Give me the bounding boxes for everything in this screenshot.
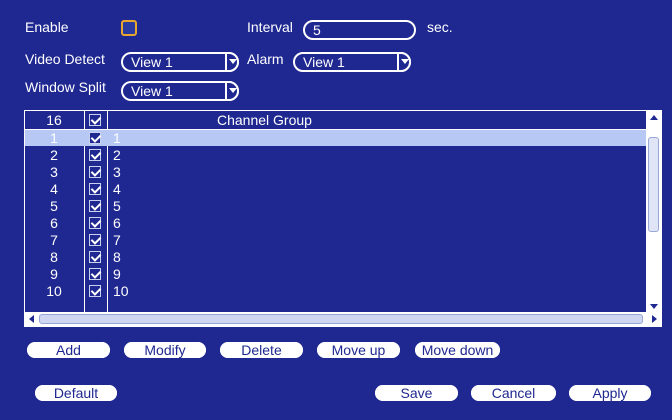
- chevron-down-icon[interactable]: [225, 81, 239, 101]
- chevron-down-icon[interactable]: [397, 52, 411, 72]
- move-up-button[interactable]: Move up: [315, 340, 402, 360]
- scroll-right-icon[interactable]: [648, 313, 660, 325]
- table-row[interactable]: 11: [25, 130, 647, 146]
- row-checkbox[interactable]: [89, 217, 101, 229]
- row-checkbox[interactable]: [89, 132, 101, 144]
- table-row[interactable]: 99: [25, 266, 647, 282]
- interval-unit: sec.: [427, 19, 453, 35]
- scroll-down-icon[interactable]: [647, 299, 661, 313]
- enable-label: Enable: [25, 19, 69, 35]
- row-number: 6: [50, 215, 58, 231]
- table-row[interactable]: 44: [25, 181, 647, 197]
- video-detect-select[interactable]: View 1: [121, 52, 239, 72]
- row-checkbox[interactable]: [89, 268, 101, 280]
- move-down-button-label: Move down: [421, 342, 494, 358]
- window-split-select[interactable]: View 1: [121, 81, 239, 101]
- row-checkbox[interactable]: [89, 149, 101, 161]
- add-button-label: Add: [56, 342, 81, 358]
- window-split-label: Window Split: [25, 79, 106, 95]
- row-channel-name: 4: [113, 181, 121, 197]
- chevron-down-icon[interactable]: [225, 52, 239, 72]
- add-button[interactable]: Add: [25, 340, 112, 360]
- table-row[interactable]: 22: [25, 147, 647, 163]
- table-row[interactable]: 33: [25, 164, 647, 180]
- window-split-value: View 1: [131, 83, 173, 99]
- enable-checkbox[interactable]: [121, 20, 137, 36]
- alarm-label: Alarm: [247, 51, 284, 67]
- vertical-scrollbar[interactable]: [646, 111, 661, 313]
- row-checkbox[interactable]: [89, 200, 101, 212]
- scroll-up-icon[interactable]: [647, 111, 661, 125]
- table-row[interactable]: 77: [25, 232, 647, 248]
- row-channel-name: 5: [113, 198, 121, 214]
- row-checkbox[interactable]: [89, 234, 101, 246]
- alarm-select[interactable]: View 1: [293, 52, 411, 72]
- row-checkbox[interactable]: [89, 285, 101, 297]
- apply-button[interactable]: Apply: [567, 383, 653, 403]
- row-channel-name: 1: [113, 130, 121, 146]
- row-channel-name: 9: [113, 266, 121, 282]
- row-channel-name: 7: [113, 232, 121, 248]
- header-count: 16: [46, 112, 62, 128]
- default-button[interactable]: Default: [33, 383, 119, 403]
- row-checkbox[interactable]: [89, 166, 101, 178]
- row-channel-name: 2: [113, 147, 121, 163]
- save-button[interactable]: Save: [373, 383, 460, 403]
- scroll-left-icon[interactable]: [26, 313, 38, 325]
- horizontal-scroll-thumb[interactable]: [39, 314, 643, 324]
- interval-label: Interval: [247, 19, 293, 35]
- horizontal-scrollbar[interactable]: [25, 312, 661, 326]
- move-up-button-label: Move up: [331, 342, 386, 358]
- vertical-scroll-thumb[interactable]: [648, 137, 659, 232]
- default-button-label: Default: [53, 385, 99, 401]
- delete-button-label: Delete: [241, 342, 282, 358]
- row-channel-name: 10: [113, 283, 129, 299]
- modify-button[interactable]: Modify: [122, 340, 208, 360]
- row-number: 4: [50, 181, 58, 197]
- delete-button[interactable]: Delete: [218, 340, 305, 360]
- row-number: 8: [50, 249, 58, 265]
- save-button-label: Save: [400, 385, 433, 401]
- alarm-value: View 1: [303, 54, 345, 70]
- cancel-button[interactable]: Cancel: [469, 383, 558, 403]
- row-number: 3: [50, 164, 58, 180]
- table-row[interactable]: 10 10: [25, 283, 647, 299]
- table-header: 16 Channel Group: [25, 111, 647, 130]
- select-all-checkbox[interactable]: [89, 114, 101, 126]
- row-channel-name: 8: [113, 249, 121, 265]
- row-checkbox[interactable]: [89, 251, 101, 263]
- row-channel-name: 3: [113, 164, 121, 180]
- row-channel-name: 6: [113, 215, 121, 231]
- video-detect-label: Video Detect: [25, 51, 105, 67]
- video-detect-value: View 1: [131, 54, 173, 70]
- move-down-button[interactable]: Move down: [413, 340, 502, 360]
- interval-input[interactable]: 5: [303, 20, 416, 40]
- interval-value: 5: [313, 22, 321, 38]
- row-number: 5: [50, 198, 58, 214]
- row-number: 10: [46, 283, 62, 299]
- row-number: 7: [50, 232, 58, 248]
- header-channel-group: Channel Group: [217, 112, 312, 128]
- row-number: 2: [50, 147, 58, 163]
- row-number: 9: [50, 266, 58, 282]
- channel-group-table[interactable]: 16 Channel Group 1 1 2 2 3 3 4 4 5 5 6 6 7 7 8 8 9 9 10 10: [24, 110, 662, 327]
- cancel-button-label: Cancel: [491, 385, 536, 401]
- table-row[interactable]: 88: [25, 249, 647, 265]
- modify-button-label: Modify: [144, 342, 186, 358]
- table-row[interactable]: 55: [25, 198, 647, 214]
- row-number: 1: [50, 130, 58, 146]
- apply-button-label: Apply: [592, 385, 628, 401]
- table-row[interactable]: 66: [25, 215, 647, 231]
- row-checkbox[interactable]: [89, 183, 101, 195]
